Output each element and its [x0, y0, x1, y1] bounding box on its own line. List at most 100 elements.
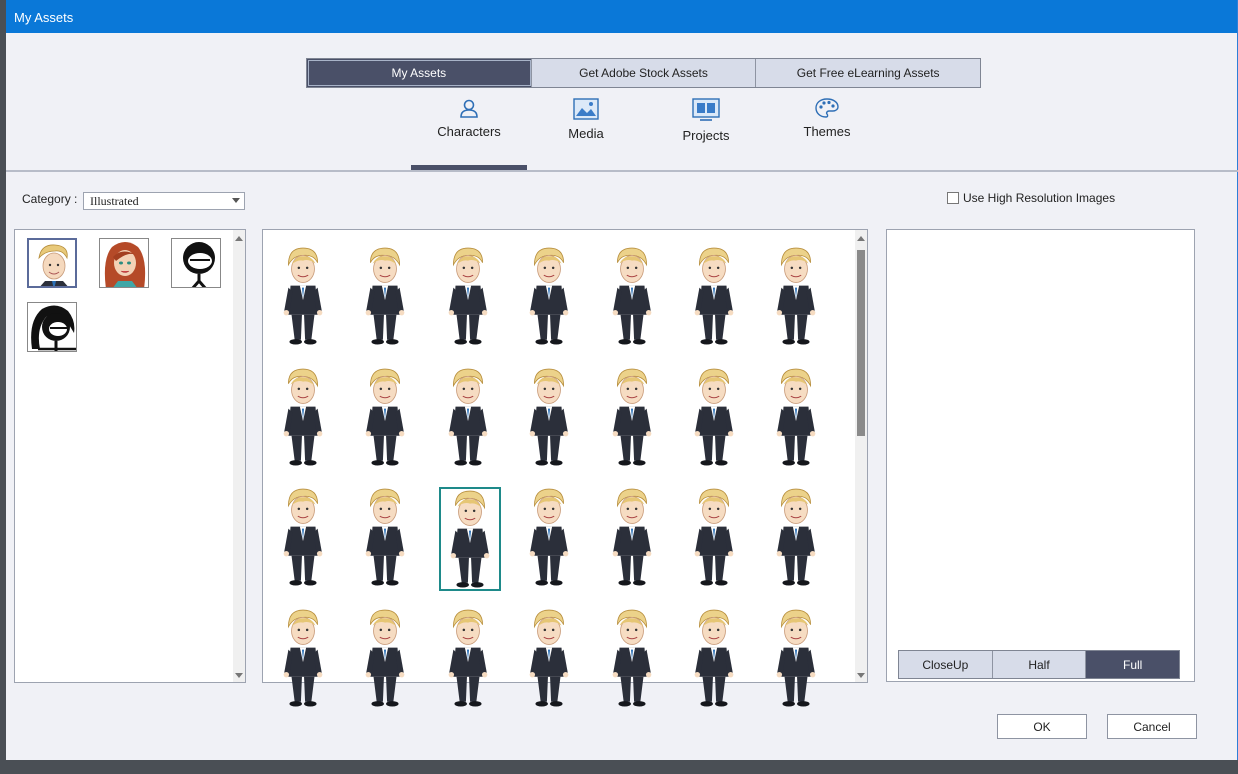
character-list-panel: [14, 229, 246, 683]
tab-my-assets[interactable]: My Assets: [307, 59, 532, 87]
tab-projects-label: Projects: [682, 128, 730, 143]
image-icon: [573, 98, 599, 120]
character-pose[interactable]: [356, 367, 418, 471]
scroll-thumb[interactable]: [857, 250, 865, 436]
businessman-pose-icon: [603, 367, 661, 467]
businessman-pose-icon: [603, 608, 661, 708]
businessman-pose-icon: [520, 367, 578, 467]
businessman-pose-icon: [439, 367, 497, 467]
character-pose[interactable]: [439, 246, 501, 350]
high-res-checkbox[interactable]: [947, 192, 959, 204]
character-pose[interactable]: [439, 487, 501, 591]
businessman-pose-icon: [767, 487, 825, 587]
businessman-pose-icon: [356, 487, 414, 587]
businessman-pose-icon: [520, 487, 578, 587]
pose-grid-panel: [262, 229, 868, 683]
closeup-button[interactable]: CloseUp: [899, 651, 993, 678]
tab-characters-label: Characters: [437, 124, 501, 139]
woman-thumb-icon: [100, 239, 148, 287]
businessman-pose-icon: [767, 367, 825, 467]
projects-icon: [692, 98, 720, 121]
character-pose[interactable]: [520, 608, 582, 712]
character-pose[interactable]: [274, 608, 336, 712]
character-pose[interactable]: [685, 608, 747, 712]
tab-adobe-stock[interactable]: Get Adobe Stock Assets: [531, 59, 757, 87]
businessman-pose-icon: [439, 246, 497, 346]
businessman-pose-icon: [685, 487, 743, 587]
character-pose[interactable]: [274, 246, 336, 350]
character-pose[interactable]: [685, 487, 747, 591]
businessman-pose-icon: [603, 246, 661, 346]
character-thumb-stick-woman[interactable]: [27, 302, 77, 352]
category-label: Category :: [22, 192, 78, 206]
businessman-pose-icon: [274, 487, 332, 587]
businessman-pose-icon: [685, 608, 743, 708]
character-pose[interactable]: [439, 608, 501, 712]
businessman-pose-icon: [603, 487, 661, 587]
high-res-option[interactable]: Use High Resolution Images: [947, 191, 1115, 205]
character-thumb-businessman[interactable]: [27, 238, 77, 288]
businessman-pose-icon: [441, 489, 499, 589]
source-tabs: My Assets Get Adobe Stock Assets Get Fre…: [306, 58, 981, 88]
businessman-pose-icon: [520, 608, 578, 708]
character-pose[interactable]: [603, 487, 665, 591]
character-pose[interactable]: [356, 608, 418, 712]
character-pose[interactable]: [520, 246, 582, 350]
character-pose[interactable]: [520, 487, 582, 591]
character-pose[interactable]: [767, 608, 829, 712]
character-pose[interactable]: [356, 246, 418, 350]
businessman-pose-icon: [767, 608, 825, 708]
my-assets-dialog: My Assets My Assets Get Adobe Stock Asse…: [6, 0, 1238, 760]
businessman-pose-icon: [685, 367, 743, 467]
category-dropdown[interactable]: Illustrated: [83, 192, 245, 210]
character-pose[interactable]: [767, 367, 829, 471]
character-pose[interactable]: [685, 246, 747, 350]
character-pose[interactable]: [767, 487, 829, 591]
businessman-pose-icon: [356, 246, 414, 346]
character-list-scrollbar[interactable]: [233, 230, 245, 682]
scroll-down-icon[interactable]: [857, 673, 865, 678]
scroll-up-icon[interactable]: [857, 236, 865, 241]
businessman-pose-icon: [439, 608, 497, 708]
character-pose[interactable]: [439, 367, 501, 471]
tab-media-label: Media: [568, 126, 604, 141]
character-pose[interactable]: [603, 608, 665, 712]
businessman-pose-icon: [356, 367, 414, 467]
tab-themes[interactable]: Themes: [769, 98, 885, 139]
character-pose[interactable]: [603, 367, 665, 471]
character-pose[interactable]: [767, 246, 829, 350]
character-pose[interactable]: [520, 367, 582, 471]
character-pose[interactable]: [603, 246, 665, 350]
businessman-pose-icon: [685, 246, 743, 346]
cancel-button[interactable]: Cancel: [1107, 714, 1197, 739]
full-button[interactable]: Full: [1086, 651, 1180, 678]
high-res-label: Use High Resolution Images: [963, 191, 1116, 205]
scroll-up-icon[interactable]: [235, 236, 243, 241]
businessman-thumb-icon: [29, 240, 75, 286]
divider: [6, 170, 1238, 172]
businessman-pose-icon: [274, 367, 332, 467]
tab-themes-label: Themes: [803, 124, 851, 139]
tab-projects[interactable]: Projects: [648, 98, 764, 143]
view-mode-buttons: CloseUp Half Full: [898, 650, 1180, 679]
character-pose[interactable]: [274, 367, 336, 471]
character-thumb-woman[interactable]: [99, 238, 149, 288]
half-button[interactable]: Half: [992, 651, 1087, 678]
businessman-pose-icon: [274, 608, 332, 708]
businessman-pose-icon: [520, 246, 578, 346]
pose-grid-scrollbar[interactable]: [855, 230, 867, 682]
character-pose[interactable]: [274, 487, 336, 591]
ok-button[interactable]: OK: [997, 714, 1087, 739]
stick-man-thumb-icon: [172, 239, 220, 287]
tab-characters[interactable]: Characters: [411, 98, 527, 139]
tab-free-elearning[interactable]: Get Free eLearning Assets: [756, 59, 981, 87]
character-thumb-stick-man[interactable]: [171, 238, 221, 288]
character-pose[interactable]: [685, 367, 747, 471]
tab-media[interactable]: Media: [528, 98, 644, 141]
scroll-down-icon[interactable]: [235, 673, 243, 678]
businessman-pose-icon: [356, 608, 414, 708]
stick-woman-thumb-icon: [28, 303, 76, 351]
businessman-pose-icon: [274, 246, 332, 346]
character-pose[interactable]: [356, 487, 418, 591]
preview-panel: [886, 229, 1195, 682]
